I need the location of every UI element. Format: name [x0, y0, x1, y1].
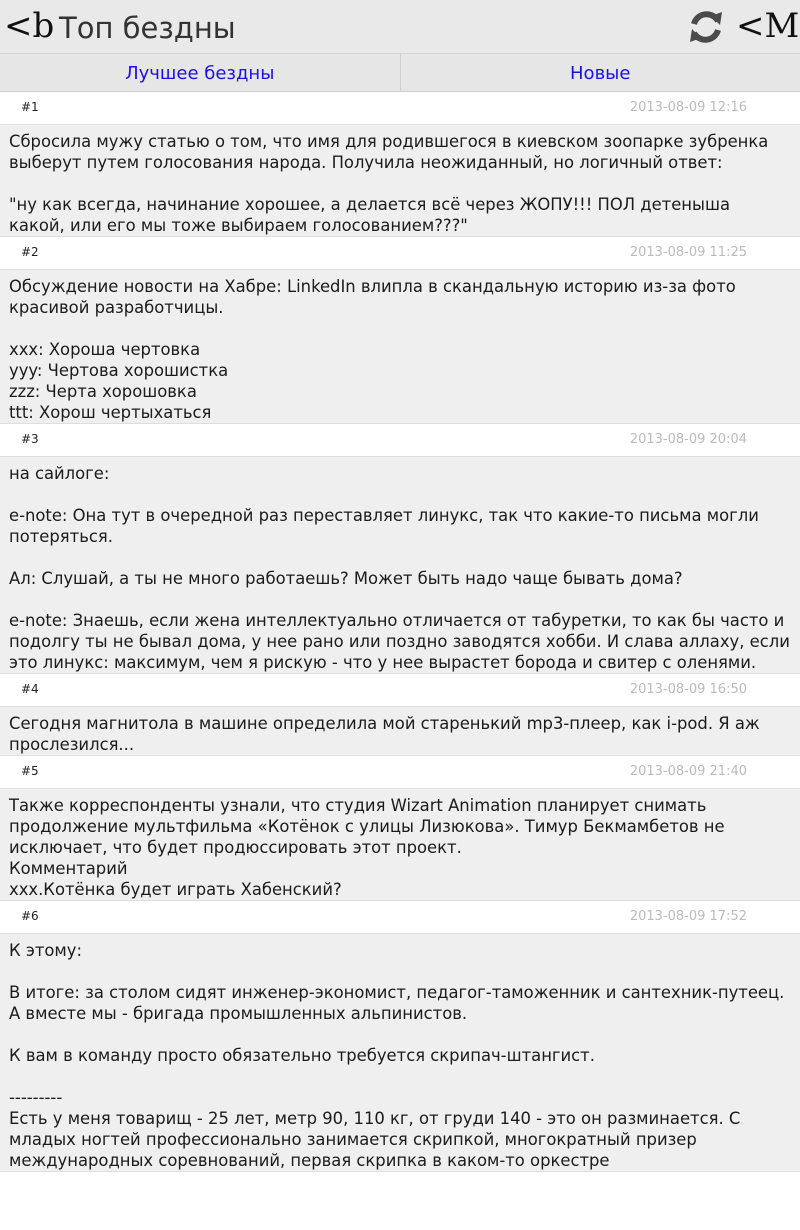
post-number: #5 [21, 764, 39, 778]
post-header: #1 2013-08-09 12:16 [0, 92, 800, 124]
post-list: #1 2013-08-09 12:16 Сбросила мужу статью… [0, 92, 800, 1172]
post-number: #6 [21, 909, 39, 923]
post-item[interactable]: #4 2013-08-09 16:50 Сегодня магнитола в … [0, 674, 800, 756]
post-date: 2013-08-09 16:50 [629, 682, 747, 697]
post-item[interactable]: #5 2013-08-09 21:40 Также корреспонденты… [0, 756, 800, 901]
post-item[interactable]: #2 2013-08-09 11:25 Обсуждение новости н… [0, 237, 800, 424]
page-title: Топ бездны [59, 11, 236, 45]
post-header: #6 2013-08-09 17:52 [0, 901, 800, 933]
post-item[interactable]: #6 2013-08-09 17:52 К этому: В итоге: за… [0, 901, 800, 1172]
post-number: #2 [21, 245, 39, 259]
tab-new[interactable]: Новые [399, 54, 800, 91]
post-date: 2013-08-09 20:04 [629, 432, 747, 447]
post-header: #3 2013-08-09 20:04 [0, 424, 800, 456]
post-item[interactable]: #1 2013-08-09 12:16 Сбросила мужу статью… [0, 92, 800, 237]
post-header: #4 2013-08-09 16:50 [0, 674, 800, 706]
tab-best[interactable]: Лучшее бездны [0, 54, 400, 91]
app-header: <b Топ бездны <M [0, 0, 800, 54]
post-header: #2 2013-08-09 11:25 [0, 237, 800, 269]
menu-button[interactable]: <M [736, 4, 799, 48]
post-text: Обсуждение новости на Хабре: LinkedIn вл… [0, 269, 800, 424]
post-date: 2013-08-09 12:16 [629, 100, 747, 115]
refresh-icon[interactable] [686, 7, 726, 47]
post-date: 2013-08-09 21:40 [629, 764, 747, 779]
post-text: Также корреспонденты узнали, что студия … [0, 788, 800, 901]
post-item[interactable]: #3 2013-08-09 20:04 на сайлоге: e-note: … [0, 424, 800, 674]
post-header: #5 2013-08-09 21:40 [0, 756, 800, 788]
post-number: #3 [21, 432, 39, 446]
tab-bar: Лучшее бездны Новые [0, 54, 800, 92]
post-text: Сегодня магнитола в машине определила мо… [0, 706, 800, 756]
post-date: 2013-08-09 11:25 [629, 245, 747, 260]
app-logo: <b [4, 6, 55, 46]
post-number: #4 [21, 682, 39, 696]
post-text: К этому: В итоге: за столом сидят инжене… [0, 933, 800, 1172]
post-text: на сайлоге: e-note: Она тут в очередной … [0, 456, 800, 674]
post-date: 2013-08-09 17:52 [629, 909, 747, 924]
post-number: #1 [21, 100, 39, 114]
post-text: Сбросила мужу статью о том, что имя для … [0, 124, 800, 237]
